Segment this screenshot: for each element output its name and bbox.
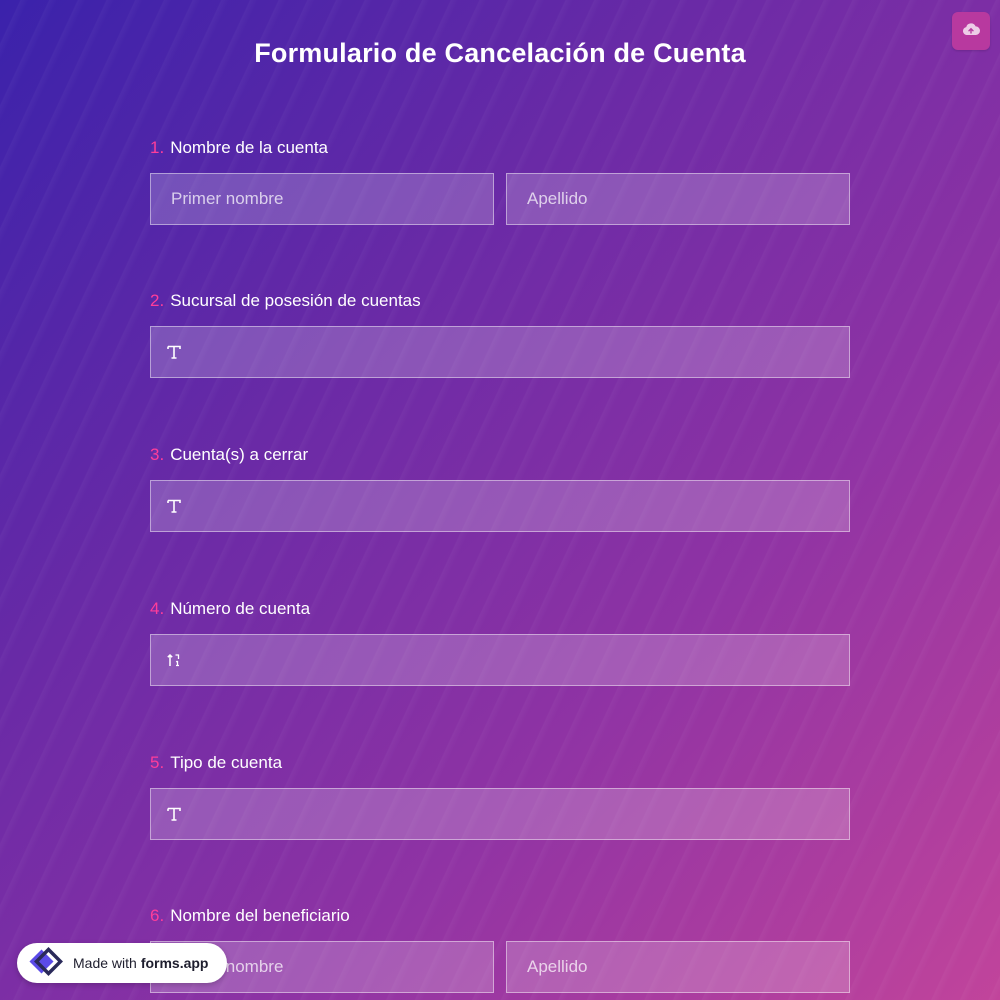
question-label: 4. Número de cuenta (150, 598, 850, 620)
question-label: 6. Nombre del beneficiario (150, 905, 850, 927)
question-beneficiary-name: 6. Nombre del beneficiario Primer nombre… (150, 905, 850, 993)
first-name-input[interactable]: Primer nombre (150, 173, 494, 225)
last-name-input[interactable]: Apellido (506, 173, 850, 225)
question-number: 1. (150, 138, 165, 157)
question-text: Nombre del beneficiario (170, 906, 350, 925)
made-with-badge[interactable]: Made with forms.app (17, 943, 227, 983)
question-label: 5. Tipo de cuenta (150, 752, 850, 774)
text-icon (165, 343, 183, 361)
question-label: 1. Nombre de la cuenta (150, 137, 850, 159)
question-accounts-to-close: 3. Cuenta(s) a cerrar (150, 444, 850, 532)
question-text: Cuenta(s) a cerrar (170, 445, 309, 464)
question-label: 2. Sucursal de posesión de cuentas (150, 290, 850, 312)
question-text: Tipo de cuenta (170, 753, 283, 772)
first-name-placeholder: Primer nombre (171, 189, 284, 208)
question-account-number: 4. Número de cuenta (150, 598, 850, 686)
question-label: 3. Cuenta(s) a cerrar (150, 444, 850, 466)
page-title: Formulario de Cancelación de Cuenta (254, 38, 746, 68)
question-text: Nombre de la cuenta (170, 138, 329, 157)
account-type-input[interactable] (150, 788, 850, 840)
badge-brand: forms.app (140, 955, 209, 971)
last-name-placeholder: Apellido (527, 957, 588, 976)
question-number: 5. (150, 753, 165, 772)
last-name-placeholder: Apellido (527, 189, 588, 208)
question-number: 4. (150, 599, 165, 618)
beneficiary-last-name-input[interactable]: Apellido (506, 941, 850, 993)
question-account-name: 1. Nombre de la cuenta Primer nombre Ape… (150, 137, 850, 225)
question-branch: 2. Sucursal de posesión de cuentas (150, 290, 850, 378)
badge-prefix: Made with (73, 955, 137, 971)
question-account-type: 5. Tipo de cuenta (150, 752, 850, 840)
question-number: 6. (150, 906, 165, 925)
accounts-to-close-input[interactable] (150, 480, 850, 532)
account-number-input[interactable] (150, 634, 850, 686)
text-icon (165, 497, 183, 515)
number-icon (165, 651, 183, 669)
question-number: 2. (150, 291, 165, 310)
forms-app-logo-icon (25, 945, 65, 981)
question-text: Número de cuenta (170, 599, 311, 618)
question-number: 3. (150, 445, 165, 464)
branch-input[interactable] (150, 326, 850, 378)
text-icon (165, 805, 183, 823)
question-text: Sucursal de posesión de cuentas (170, 291, 421, 310)
